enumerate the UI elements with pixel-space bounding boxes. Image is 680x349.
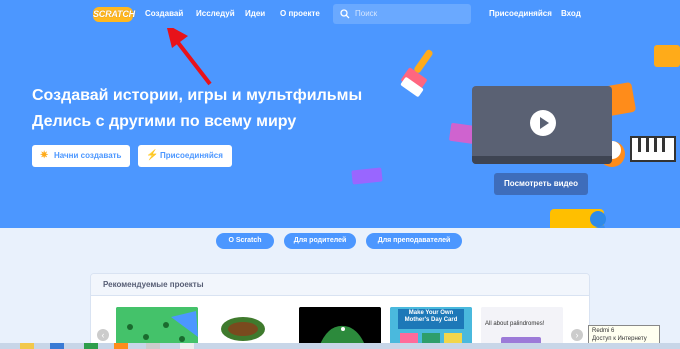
nav-ideas[interactable]: Идеи [245,0,265,28]
carousel-next-icon[interactable]: › [571,329,583,341]
hand-block-icon [550,209,606,228]
taskbar-browser-icon[interactable] [50,343,64,349]
featured-header: Рекомендуемые проекты [91,274,589,296]
about-scratch-link[interactable]: О Scratch [216,233,274,249]
play-icon[interactable] [530,110,556,136]
red-arrow-annotation [167,28,212,86]
start-creating-button[interactable]: ✷ Начни создавать [32,145,130,167]
network-tooltip: Redmi 6 Доступ к Интернету [588,325,660,345]
link-bar: О Scratch Для родителей Для преподавател… [0,228,680,256]
taskbar-doc-icon[interactable] [180,343,194,349]
tooltip-line-1: Redmi 6 [592,328,615,334]
scratch-logo[interactable]: SCRATCH [93,7,135,22]
video-bar [472,156,612,164]
search-box[interactable]: Поиск [333,4,471,24]
nav-signin[interactable]: Вход [561,0,581,28]
tooltip-line-2: Доступ к Интернету [592,336,647,342]
taskbar-app-icon[interactable] [84,343,98,349]
featured-projects: Рекомендуемые проекты ‹ › Make Your Own … [90,273,590,349]
top-nav: SCRATCH Создавай Исследуй Идеи О проекте… [0,0,680,28]
carousel-prev-icon[interactable]: ‹ [97,329,109,341]
for-educators-link[interactable]: Для преподавателей [366,233,462,249]
start-creating-label: Начни создавать [54,151,122,160]
sparkle-icon: ✷ [40,150,49,161]
project-card-label: All about palindromes! [485,321,545,327]
taskbar-window-icon[interactable] [146,343,160,349]
nav-explore[interactable]: Исследуй [196,0,235,28]
search-input[interactable]: Поиск [355,4,377,24]
featured-title: Рекомендуемые проекты [103,280,204,289]
watch-video-button[interactable]: Посмотреть видео [494,173,588,195]
hero-banner: Создавай истории, игры и мультфильмы Дел… [0,28,680,228]
taskbar-scratch-icon[interactable] [114,343,128,349]
taskbar-folder-icon[interactable] [20,343,34,349]
project-card-label: Make Your Own Mother's Day Card [404,310,458,323]
paintbrush-icon [400,49,433,97]
nav-about[interactable]: О проекте [280,0,320,28]
for-parents-link[interactable]: Для родителей [284,233,356,249]
hero-subtitle: Делись с другими по всему миру [32,113,297,130]
taskbar [0,343,680,349]
join-label: Присоединяйся [160,151,223,160]
nav-join[interactable]: Присоединяйся [489,0,552,28]
lightning-icon: ⚡ [146,150,159,161]
orange-block-icon [654,45,680,67]
purple-block-icon [351,167,383,185]
nav-create[interactable]: Создавай [145,0,183,28]
search-icon [340,9,350,19]
join-button[interactable]: ⚡ Присоединяйся [138,145,232,167]
